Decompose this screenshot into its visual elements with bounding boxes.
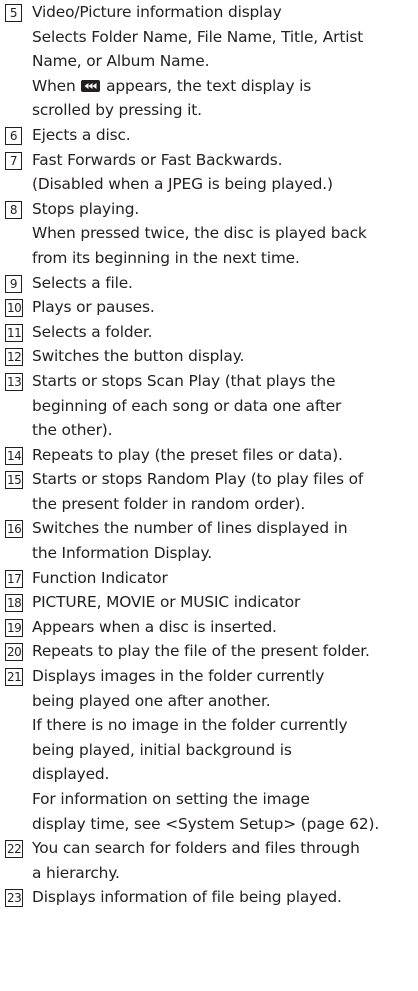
item-text: scrolled by pressing it. [32, 101, 202, 120]
item-number: 18 [5, 594, 24, 613]
item-text: the present folder in random order). [32, 494, 306, 513]
item-number: 5 [5, 4, 22, 22]
list-item-22: 22 You can search for folders and files t… [0, 836, 418, 885]
item-number: 12 [5, 348, 24, 367]
item-number: 19 [5, 618, 24, 637]
list-item-12: 12 Switches the button display. [0, 344, 418, 369]
item-text: (Disabled when a JPEG is being played.) [32, 175, 333, 194]
list-item-11: 11 Selects a folder. [0, 320, 418, 345]
item-text: Switches the number of lines displayed i… [32, 519, 348, 538]
item-text: a hierarchy. [32, 863, 120, 882]
item-number: 13 [5, 372, 24, 391]
item-number: 16 [5, 520, 24, 539]
item-text: Function Indicator [32, 568, 168, 587]
list-item-7: 7 Fast Forwards or Fast Backwards. (Disabl… [0, 148, 418, 197]
instruction-list: 5 Video/Picture information display Sele… [0, 0, 418, 910]
item-text: appears, the text display is [106, 76, 312, 95]
list-item-17: 17 Function Indicator [0, 566, 418, 591]
item-text: Fast Forwards or Fast Backwards. [32, 150, 283, 169]
item-text: from its beginning in the next time. [32, 248, 300, 267]
scroll-text-icon [81, 79, 101, 92]
item-text: Repeats to play (the preset files or dat… [32, 445, 343, 464]
item-text: displayed. [32, 765, 110, 784]
item-number: 17 [5, 569, 24, 588]
item-number: 22 [5, 840, 24, 859]
list-item-5: 5 Video/Picture information display Sele… [0, 0, 418, 123]
item-text: If there is no image in the folder curre… [32, 716, 348, 735]
item-text: the Information Display. [32, 544, 212, 563]
item-text: beginning of each song or data one after [32, 396, 342, 415]
item-text: You can search for folders and files thr… [32, 839, 360, 858]
item-text: Switches the button display. [32, 347, 245, 366]
list-item-8: 8 Stops playing. When pressed twice, the d… [0, 197, 418, 271]
item-number: 10 [5, 299, 24, 318]
item-number: 11 [5, 323, 24, 342]
item-text: Video/Picture information display [32, 3, 282, 21]
list-item-6: 6 Ejects a disc. [0, 123, 418, 148]
item-text: display time, see <System Setup> (page 6… [32, 814, 380, 833]
item-text: Starts or stops Scan Play (that plays th… [32, 371, 336, 390]
item-text: Name, or Album Name. [32, 52, 210, 71]
item-number: 8 [5, 200, 22, 219]
list-item-23: 23 Displays information of file being pla… [0, 885, 418, 910]
item-number: 14 [5, 446, 24, 465]
list-item-14: 14 Repeats to play (the preset files or d… [0, 443, 418, 468]
item-text: Ejects a disc. [32, 125, 131, 144]
item-text-with-icon: When appears, the text display is [32, 74, 418, 99]
item-text: Selects Folder Name, File Name, Title, A… [32, 27, 364, 46]
list-item-9: 9 Selects a file. [0, 271, 418, 296]
item-text: Selects a file. [32, 273, 133, 292]
item-text: Repeats to play the file of the present … [32, 642, 370, 661]
item-number: 15 [5, 471, 24, 490]
item-number: 6 [5, 126, 22, 145]
item-number: 21 [5, 668, 24, 687]
item-text: When pressed twice, the disc is played b… [32, 224, 367, 243]
item-text: When [32, 76, 76, 95]
item-number: 20 [5, 643, 24, 662]
item-text: Appears when a disc is inserted. [32, 617, 277, 636]
item-text: the other). [32, 421, 113, 440]
list-item-21: 21 Displays images in the folder currentl… [0, 664, 418, 836]
item-number: 7 [5, 151, 22, 170]
list-item-15: 15 Starts or stops Random Play (to play f… [0, 467, 418, 516]
item-text: Plays or pauses. [32, 298, 155, 317]
item-text: being played one after another. [32, 691, 271, 710]
item-text: Selects a folder. [32, 322, 153, 341]
list-item-13: 13 Starts or stops Scan Play (that plays … [0, 369, 418, 443]
list-item-16: 16 Switches the number of lines displayed… [0, 516, 418, 565]
list-item-18: 18 PICTURE, MOVIE or MUSIC indicator [0, 590, 418, 615]
item-text: Starts or stops Random Play (to play fil… [32, 470, 364, 489]
item-text: Displays images in the folder currently [32, 667, 325, 686]
list-item-19: 19 Appears when a disc is inserted. [0, 615, 418, 640]
item-text: Displays information of file being playe… [32, 888, 342, 907]
list-item-10: 10 Plays or pauses. [0, 295, 418, 320]
item-number: 23 [5, 889, 24, 908]
item-text: For information on setting the image [32, 790, 310, 808]
item-text: Stops playing. [32, 199, 140, 218]
item-text: being played, initial background is [32, 740, 292, 759]
item-number: 9 [5, 274, 22, 293]
item-text: PICTURE, MOVIE or MUSIC indicator [32, 593, 301, 612]
list-item-20: 20 Repeats to play the file of the presen… [0, 639, 418, 664]
